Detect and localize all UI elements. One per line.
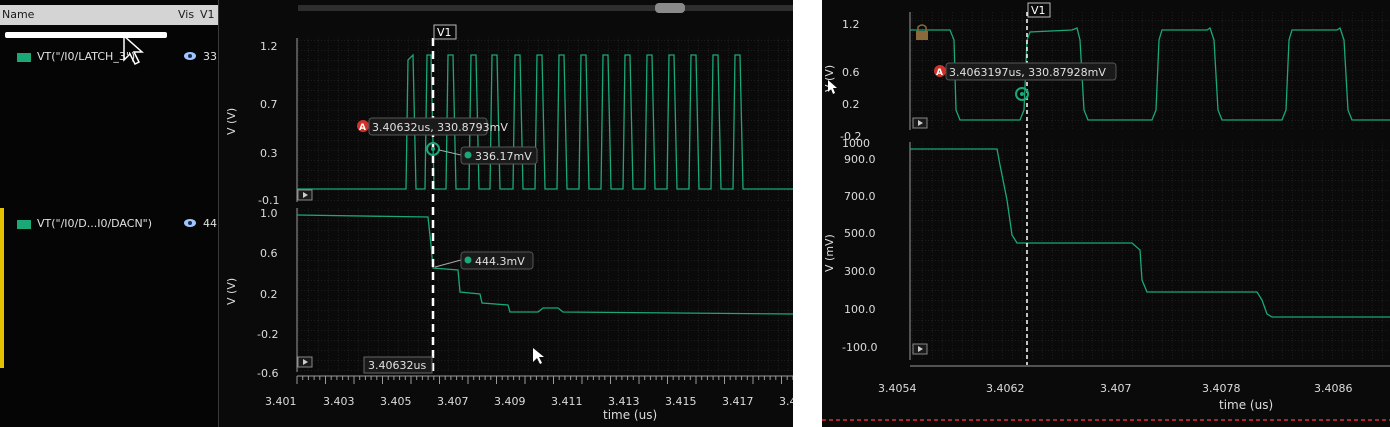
xtick-9: 3.417: [722, 395, 754, 408]
x-axis-label: time (us): [603, 408, 657, 422]
top-marker-point-center: [431, 147, 435, 151]
top-point-label: 336.17mV: [475, 150, 532, 163]
bottom-ylabel: V (mV): [823, 234, 836, 272]
signal-row-latch[interactable]: VT("/I0/LATCH_3") 33: [0, 49, 218, 65]
bottom-ytick-7: -100.0: [842, 341, 877, 354]
left-waveform-window: Name Vis V1 VT("/I0/LATCH_3") 33 VT("/I0…: [0, 0, 793, 427]
lock-icon[interactable]: [916, 31, 928, 40]
xtick-6: 3.411: [551, 395, 583, 408]
annotation-badge-letter: A: [936, 68, 943, 78]
v1-marker-label: V1: [1031, 4, 1046, 17]
bottom-ytick-5: -0.6: [257, 367, 278, 380]
xtick-2: 3.4062: [986, 382, 1025, 395]
bottom-point-dot: [464, 256, 472, 264]
left-plot-area[interactable]: 1.2 0.7 0.3 -0.1 V (V) 1.0 0.6 0.2 -0.2 …: [218, 0, 793, 427]
v1-marker-label: V1: [437, 26, 452, 39]
xtick-1: 3.401: [265, 395, 297, 408]
marker-x-label: 3.40632us: [368, 359, 426, 372]
annotation-text: 3.40632us, 330.8793mV: [372, 121, 508, 134]
top-ylabel: V (V): [225, 108, 238, 135]
top-point-dot: [464, 151, 472, 159]
bottom-ytick-1: 1.0: [260, 207, 278, 220]
panel-separator: [793, 0, 822, 427]
signal-name: VT("/I0/D...I0/DACN"): [37, 217, 153, 230]
mouse-cursor-icon: [123, 34, 144, 66]
top-ytick-2: 0.6: [842, 66, 860, 79]
signal-color-swatch: [17, 220, 31, 229]
right-waveform-window: 1.2 0.6 0.2 -0.2 V (V) 1000 900.0 700.0 …: [822, 0, 1390, 427]
bottom-ytick-4: -0.2: [257, 328, 278, 341]
xtick-4: 3.4078: [1202, 382, 1241, 395]
xtick-10: 3.4: [779, 395, 793, 408]
top-ytick-1: 1.2: [260, 40, 278, 53]
bottom-ylabel: V (V): [225, 278, 238, 305]
browser-header: Name Vis V1: [0, 5, 218, 25]
column-vis-header[interactable]: Vis: [178, 8, 194, 21]
visibility-eye-icon[interactable]: [184, 52, 196, 60]
bottom-ytick-3: 0.2: [260, 288, 278, 301]
visibility-eye-icon[interactable]: [184, 219, 196, 227]
top-ytick-2: 0.7: [260, 98, 278, 111]
bottom-pane-grid: [297, 208, 793, 372]
annotation-badge-letter: A: [359, 123, 366, 133]
right-plot-area[interactable]: 1.2 0.6 0.2 -0.2 V (V) 1000 900.0 700.0 …: [822, 0, 1390, 427]
signal-row-dacn[interactable]: VT("/I0/D...I0/DACN") 44: [0, 216, 218, 232]
xtick-3: 3.407: [1100, 382, 1132, 395]
top-ytick-4: -0.1: [258, 194, 279, 207]
bottom-ytick-4: 500.0: [844, 227, 876, 240]
xtick-2: 3.403: [323, 395, 355, 408]
top-ytick-1: 1.2: [842, 18, 860, 31]
xtick-8: 3.415: [665, 395, 697, 408]
column-name-header[interactable]: Name: [2, 8, 34, 21]
bottom-ytick-3: 700.0: [844, 190, 876, 203]
bottom-ytick-2: 0.6: [260, 247, 278, 260]
column-v1-header[interactable]: V1: [200, 8, 215, 21]
top-marker-point-center: [1020, 92, 1024, 96]
signal-v1-value: 33: [203, 50, 217, 63]
bottom-pane-grid: [910, 142, 1390, 360]
bottom-ytick-2: 900.0: [844, 153, 876, 166]
signal-browser: Name Vis V1 VT("/I0/LATCH_3") 33 VT("/I0…: [0, 0, 219, 427]
annotation-text: 3.4063197us, 330.87928mV: [949, 66, 1106, 79]
signal-v1-value: 44: [203, 217, 217, 230]
x-axis-ticks: [296, 376, 793, 384]
bottom-ytick-6: 100.0: [844, 303, 876, 316]
signal-color-swatch: [17, 53, 31, 62]
top-ytick-3: 0.2: [842, 98, 860, 111]
selection-bar: [0, 208, 4, 368]
xtick-1: 3.4054: [878, 382, 917, 395]
bottom-point-label: 444.3mV: [475, 255, 525, 268]
x-axis-label: time (us): [1219, 398, 1273, 412]
xtick-7: 3.413: [608, 395, 640, 408]
xtick-5: 3.4086: [1314, 382, 1353, 395]
top-ytick-3: 0.3: [260, 147, 278, 160]
xtick-3: 3.405: [380, 395, 412, 408]
xtick-5: 3.409: [494, 395, 526, 408]
bottom-ytick-5: 300.0: [844, 265, 876, 278]
bottom-ytick-1: 1000: [842, 137, 870, 150]
xtick-4: 3.407: [437, 395, 469, 408]
